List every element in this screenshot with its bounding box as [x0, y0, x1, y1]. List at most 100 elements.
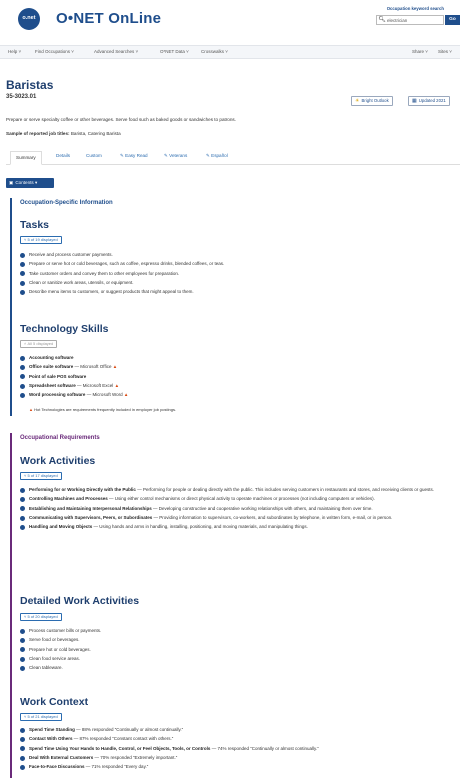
tasks-displayed-toggle[interactable]: ˅ 5 of 19 displayed	[20, 236, 62, 244]
technology-displayed-label: All 5 displayed	[27, 341, 54, 347]
work-context-heading: Work Context	[20, 696, 89, 708]
nav-onet-data[interactable]: O*NET Data ˅	[160, 49, 189, 55]
list-item-text: Prepare or serve hot or cold beverages, …	[29, 261, 225, 267]
sample-label: Sample of reported job titles:	[6, 131, 70, 136]
tab-details[interactable]: Details	[56, 153, 70, 159]
bullet-icon	[20, 755, 25, 761]
activity-title[interactable]: Communicating with Supervisors, Peers, o…	[29, 515, 152, 520]
activity-title[interactable]: Performing for or Working Directly with …	[29, 487, 136, 492]
list-item-text: Clean tableware.	[29, 665, 63, 671]
bullet-icon	[20, 764, 25, 770]
context-title[interactable]: Contact With Others	[29, 736, 72, 741]
list-item: Spreadsheet software — Microsoft Excel ▲	[20, 383, 450, 389]
sample-job-titles: Sample of reported job titles: Barista, …	[6, 131, 121, 137]
context-title[interactable]: Face-to-Face Discussions	[29, 764, 85, 769]
section-bar-occ-requirements	[10, 433, 12, 778]
contents-button[interactable]: ▣ Contents ▾	[6, 178, 54, 188]
work-context-displayed-toggle[interactable]: ˅ 5 of 21 displayed	[20, 713, 62, 721]
hot-technology-icon: ▲	[112, 364, 118, 370]
activity-desc: — Using hands and arms in handling, inst…	[92, 524, 308, 530]
list-item-text: Serve food or beverages.	[29, 637, 80, 643]
tab-summary[interactable]: Summary	[10, 151, 42, 165]
tab-easy-read-label: Easy Read	[125, 153, 148, 158]
nav-sites[interactable]: Sites ˅	[438, 49, 452, 55]
nav-share[interactable]: Share ˅	[412, 49, 428, 55]
tab-veterans[interactable]: ✎ Veterans	[164, 153, 187, 159]
section-bar-occ-specific	[10, 198, 12, 416]
nav-crosswalks[interactable]: Crosswalks ˅	[201, 49, 228, 55]
list-item: Word processing software — Microsoft Wor…	[20, 392, 450, 398]
context-title[interactable]: Spend Time Standing	[29, 727, 75, 732]
tab-veterans-label: Veterans	[169, 153, 188, 158]
list-item: Clean food service areas.	[20, 656, 450, 662]
tasks-heading: Tasks	[20, 219, 49, 231]
activity-title[interactable]: Establishing and Maintaining Interperson…	[29, 506, 152, 511]
list-item: Communicating with Supervisors, Peers, o…	[20, 515, 450, 521]
list-item-text: Clean food service areas.	[29, 656, 81, 662]
nav-find-occupations[interactable]: Find Occupations ˅	[35, 49, 74, 55]
onet-logo-badge[interactable]: o.net	[18, 8, 40, 30]
site-header: o.net O•NET OnLine Occupation keyword se…	[0, 0, 460, 38]
technology-displayed-toggle[interactable]: ˄ All 5 displayed	[20, 340, 58, 348]
section-occ-requirements: Occupational Requirements	[20, 435, 100, 441]
occupation-code: 35-3023.01	[6, 94, 37, 100]
hot-technology-icon: ▲	[123, 392, 129, 398]
bullet-icon	[20, 355, 25, 361]
list-item: Face-to-Face Discussions — 71% responded…	[20, 764, 450, 770]
tech-name[interactable]: Spreadsheet software	[29, 383, 76, 388]
main-nav: Help ˅ Find Occupations ˅ Advanced Searc…	[0, 45, 460, 59]
bullet-icon	[20, 665, 25, 671]
bullet-icon	[20, 383, 25, 389]
bullet-icon	[20, 487, 25, 493]
list-item: Handling and Moving Objects — Using hand…	[20, 524, 450, 530]
detailed-activities-displayed-toggle[interactable]: ˅ 5 of 20 displayed	[20, 613, 62, 621]
tech-name[interactable]: Point of sale POS software	[29, 374, 86, 379]
tech-name[interactable]: Word processing software	[29, 392, 85, 397]
bullet-icon	[20, 392, 25, 398]
context-title[interactable]: Deal With External Customers	[29, 755, 93, 760]
list-item-text: Prepare hot or cold beverages.	[29, 646, 91, 652]
tab-custom[interactable]: Custom	[86, 153, 102, 159]
hot-technology-note-text: Hot Technologies are requirements freque…	[32, 407, 177, 412]
bullet-icon	[20, 374, 25, 380]
activity-desc: — Using either control mechanisms or dir…	[107, 496, 375, 502]
nav-help[interactable]: Help ˅	[8, 49, 21, 55]
bright-outlook-badge[interactable]: ☀ Bright Outlook	[351, 96, 393, 106]
tab-easy-read[interactable]: ✎ Easy Read	[120, 153, 148, 159]
tech-example: — Microsoft Excel	[75, 383, 114, 389]
bullet-icon	[20, 280, 25, 286]
activity-title[interactable]: Controlling Machines and Processes	[29, 496, 108, 501]
bullet-icon	[20, 628, 25, 634]
list-item-text: Describe menu items to customers, or sug…	[29, 289, 194, 295]
go-button[interactable]: Go	[445, 15, 460, 25]
tech-name[interactable]: Accounting software	[29, 355, 74, 360]
keyword-search-input[interactable]	[387, 17, 442, 23]
list-item: Spend Time Standing — 88% responded “Con…	[20, 727, 450, 733]
bullet-icon	[20, 261, 25, 267]
bullet-icon	[20, 736, 25, 742]
keyword-search-label: Occupation keyword search	[386, 6, 444, 11]
work-activities-displayed-toggle[interactable]: ˅ 5 of 17 displayed	[20, 472, 62, 480]
list-item: Receive and process customer payments.	[20, 252, 450, 258]
work-activities-list: Performing for or Working Directly with …	[20, 487, 450, 534]
tasks-list: Receive and process customer payments. P…	[20, 252, 450, 299]
tech-name[interactable]: Office suite software	[29, 364, 73, 369]
site-logo-text[interactable]: O•NET OnLine	[56, 9, 161, 29]
nav-advanced-searches[interactable]: Advanced Searches ˅	[94, 49, 138, 55]
activity-title[interactable]: Handling and Moving Objects	[29, 524, 92, 529]
list-item: Establishing and Maintaining Interperson…	[20, 506, 450, 512]
tech-example: — Microsoft Word	[85, 392, 123, 398]
list-item: Contact With Others — 87% responded “Con…	[20, 736, 450, 742]
list-item: Spend Time Using Your Hands to Handle, C…	[20, 746, 450, 752]
work-activities-displayed-label: 5 of 17 displayed	[27, 473, 58, 479]
list-item: Serve food or beverages.	[20, 637, 450, 643]
tab-espanol[interactable]: ✎ Español	[206, 153, 228, 159]
context-title[interactable]: Spend Time Using Your Hands to Handle, C…	[29, 746, 210, 751]
hot-technology-icon: ▲	[114, 383, 120, 389]
bullet-icon	[20, 506, 25, 512]
updated-badge[interactable]: ▦ Updated 2021	[408, 96, 450, 106]
list-item: Controlling Machines and Processes — Usi…	[20, 496, 450, 502]
occupation-description: Prepare or serve specialty coffee or oth…	[6, 117, 236, 122]
page-title: Baristas	[6, 78, 54, 92]
context-desc: — 71% responded “Every day.”	[84, 764, 149, 770]
